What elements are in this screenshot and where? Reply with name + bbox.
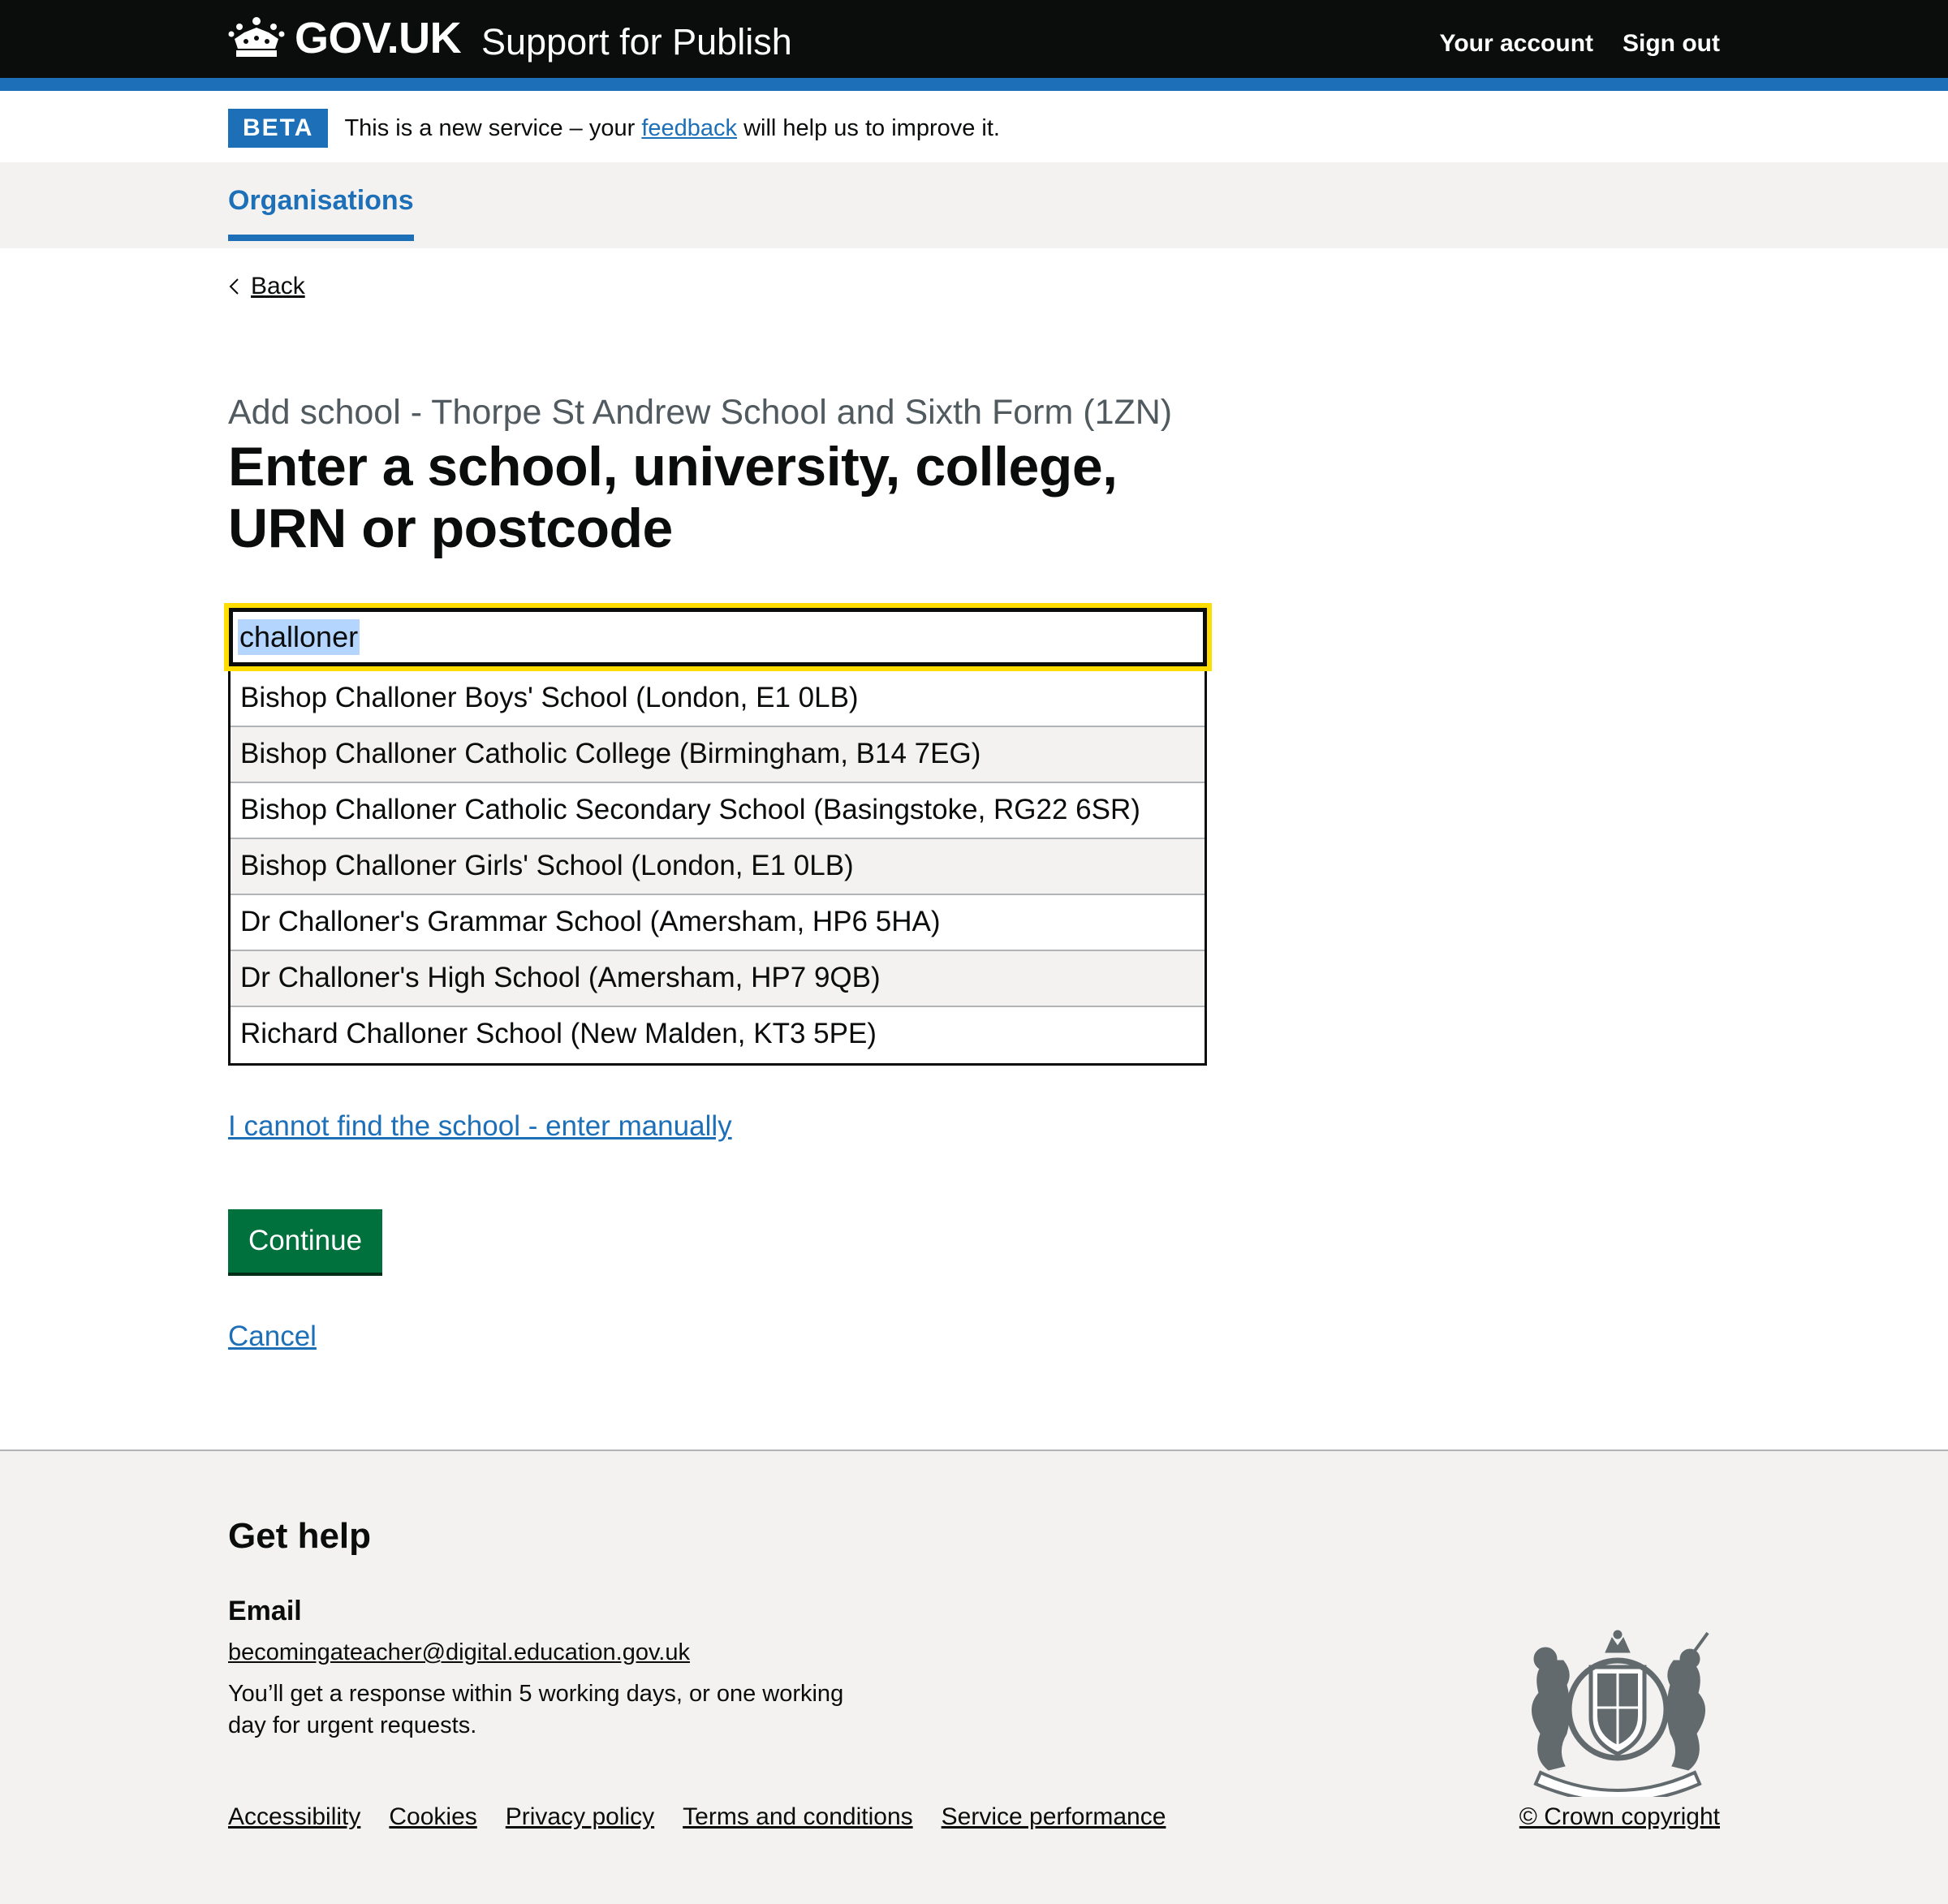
site-footer: Get help Email becomingateacher@digital.… xyxy=(0,1450,1948,1904)
autocomplete-menu: Bishop Challoner Boys' School (London, E… xyxy=(228,671,1207,1066)
phase-text-before: This is a new service – your xyxy=(344,114,636,141)
primary-navigation: Organisations xyxy=(0,162,1948,248)
beta-tag: BETA xyxy=(228,109,329,148)
footer-link-cookies[interactable]: Cookies xyxy=(389,1803,476,1831)
sign-out-link[interactable]: Sign out xyxy=(1623,28,1720,60)
site-header: GOV.UK Support for Publish Your account … xyxy=(0,0,1948,78)
royal-coat-of-arms-icon xyxy=(1532,1630,1709,1797)
footer-links: Accessibility Cookies Privacy policy Ter… xyxy=(228,1803,1166,1831)
nav-item-organisations[interactable]: Organisations xyxy=(228,185,414,241)
feedback-link[interactable]: feedback xyxy=(641,115,737,141)
autocomplete-option[interactable]: Richard Challoner School (New Malden, KT… xyxy=(231,1007,1205,1063)
phase-banner: BETA This is a new service – your feedba… xyxy=(228,109,1000,148)
page-caption: Add school - Thorpe St Andrew School and… xyxy=(228,393,1173,432)
back-link-container: Back xyxy=(228,273,305,300)
autocomplete-option[interactable]: Dr Challoner's Grammar School (Amersham,… xyxy=(231,895,1205,951)
service-name[interactable]: Support for Publish xyxy=(481,18,792,67)
autocomplete-option[interactable]: Bishop Challoner Catholic College (Birmi… xyxy=(231,727,1205,783)
autocomplete-option[interactable]: Bishop Challoner Catholic Secondary Scho… xyxy=(231,783,1205,839)
govuk-logo-link[interactable]: GOV.UK xyxy=(295,11,462,65)
crown-copyright-link[interactable]: © Crown copyright xyxy=(1519,1803,1720,1831)
footer-link-accessibility[interactable]: Accessibility xyxy=(228,1803,360,1831)
chevron-left-icon xyxy=(229,278,239,295)
search-input-focus-ring: challoner xyxy=(224,603,1212,671)
footer-link-privacy-policy[interactable]: Privacy policy xyxy=(506,1803,654,1831)
page-title: Enter a school, university, college, URN… xyxy=(228,436,1118,559)
search-input-value[interactable]: challoner xyxy=(238,619,360,655)
back-link[interactable]: Back xyxy=(251,273,305,300)
autocomplete-option[interactable]: Dr Challoner's High School (Amersham, HP… xyxy=(231,951,1205,1007)
header-nav: Your account Sign out xyxy=(1440,28,1720,60)
footer-link-terms[interactable]: Terms and conditions xyxy=(683,1803,912,1831)
get-help-heading: Get help xyxy=(228,1516,372,1556)
continue-button[interactable]: Continue xyxy=(228,1209,382,1273)
response-time-text: You’ll get a response within 5 working d… xyxy=(228,1681,844,1738)
footer-link-service-performance[interactable]: Service performance xyxy=(942,1803,1166,1831)
crown-icon xyxy=(228,17,285,57)
enter-manually-link[interactable]: I cannot find the school - enter manuall… xyxy=(228,1110,732,1143)
phase-banner-text: This is a new service – your feedback wi… xyxy=(344,115,1000,142)
phase-text-after: will help us to improve it. xyxy=(743,114,1000,141)
search-input[interactable]: challoner xyxy=(229,608,1207,666)
header-container: GOV.UK Support for Publish Your account … xyxy=(228,0,1720,78)
email-heading: Email xyxy=(228,1596,302,1626)
autocomplete-option[interactable]: Bishop Challoner Boys' School (London, E… xyxy=(231,671,1205,727)
your-account-link[interactable]: Your account xyxy=(1440,28,1593,60)
cancel-link[interactable]: Cancel xyxy=(228,1320,317,1353)
header-accent-bar xyxy=(0,78,1948,91)
autocomplete-option[interactable]: Bishop Challoner Girls' School (London, … xyxy=(231,839,1205,895)
support-email-link[interactable]: becomingateacher@digital.education.gov.u… xyxy=(228,1639,690,1666)
